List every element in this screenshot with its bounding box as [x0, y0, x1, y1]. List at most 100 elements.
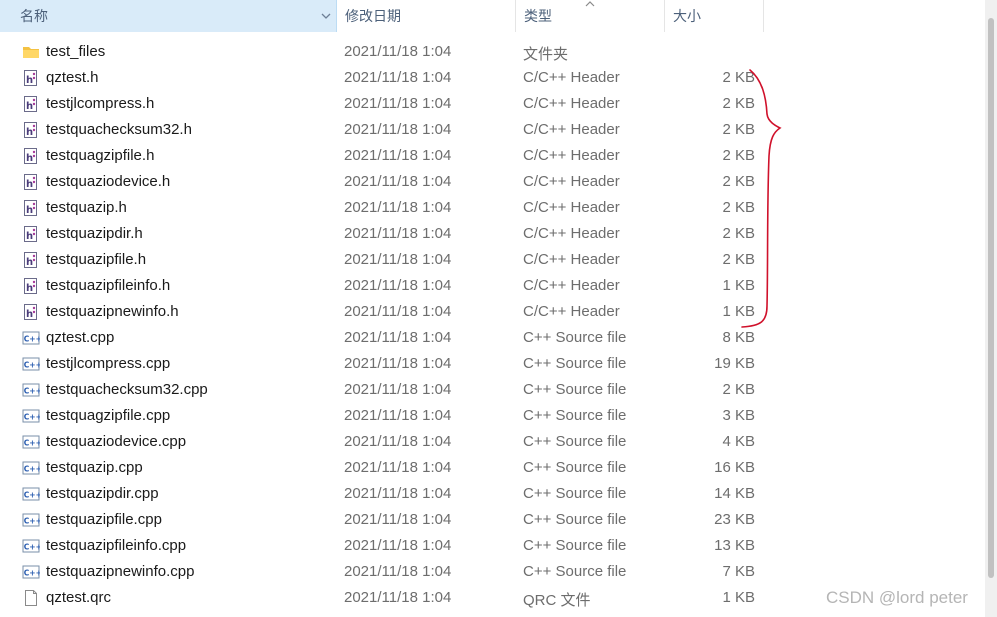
file-type: C/C++ Header — [523, 277, 620, 294]
file-type: C++ Source file — [523, 355, 627, 372]
header-file-icon: h — [22, 147, 40, 165]
header-file-icon: h — [22, 277, 40, 295]
file-row[interactable]: C++ testquazipnewinfo.cpp 2021/11/18 1:04 C… — [0, 559, 985, 585]
file-date: 2021/11/18 1:04 — [344, 95, 452, 112]
svg-text:C++: C++ — [24, 439, 40, 448]
file-date: 2021/11/18 1:04 — [344, 303, 452, 320]
file-type: C/C++ Header — [523, 95, 620, 112]
file-row[interactable]: test_files 2021/11/18 1:04 文件夹 — [0, 39, 985, 65]
svg-text:h: h — [26, 231, 33, 242]
file-type: C++ Source file — [523, 381, 627, 398]
file-size: 23 KB — [714, 511, 755, 528]
file-row[interactable]: h testquaziodevice.h 2021/11/18 1:04 C/C++ … — [0, 169, 985, 195]
file-date: 2021/11/18 1:04 — [344, 459, 452, 476]
svg-text:C++: C++ — [24, 491, 40, 500]
cpp-file-icon: C++ — [22, 433, 42, 451]
file-name: testquagzipfile.cpp — [46, 407, 171, 424]
file-row[interactable]: h testquazipfileinfo.h 2021/11/18 1:04 C/C+… — [0, 273, 985, 299]
file-name: testquachecksum32.cpp — [46, 381, 208, 398]
file-row[interactable]: h testquazip.h 2021/11/18 1:04 C/C++ Header… — [0, 195, 985, 221]
file-date: 2021/11/18 1:04 — [344, 407, 452, 424]
file-size: 7 KB — [722, 563, 755, 580]
file-date: 2021/11/18 1:04 — [344, 69, 452, 86]
cpp-file-icon: C++ — [22, 563, 42, 581]
file-name: testquazip.h — [46, 199, 127, 216]
header-file-icon: h — [22, 95, 40, 113]
file-row[interactable]: C++ testquazipdir.cpp 2021/11/18 1:04 C++ S… — [0, 481, 985, 507]
svg-text:h: h — [26, 127, 33, 138]
file-name: testquaziodevice.cpp — [46, 433, 187, 450]
svg-text:C++: C++ — [24, 465, 40, 474]
cpp-file-icon: C++ — [22, 329, 42, 347]
file-date: 2021/11/18 1:04 — [344, 43, 452, 60]
file-row[interactable]: C++ qztest.cpp 2021/11/18 1:04 C++ Source f… — [0, 325, 985, 351]
cpp-file-icon: C++ — [22, 381, 42, 399]
file-type: C/C++ Header — [523, 225, 620, 242]
file-type: C++ Source file — [523, 407, 627, 424]
file-name: testquazipfile.h — [46, 251, 147, 268]
file-row[interactable]: C++ testquazipfile.cpp 2021/11/18 1:04 C++ … — [0, 507, 985, 533]
header-file-icon: h — [22, 251, 40, 269]
chevron-down-icon[interactable] — [319, 9, 333, 23]
cpp-file-icon: C++ — [22, 511, 42, 529]
file-date: 2021/11/18 1:04 — [344, 381, 452, 398]
file-row[interactable]: h testquazipfile.h 2021/11/18 1:04 C/C++ He… — [0, 247, 985, 273]
file-row[interactable]: h testquagzipfile.h 2021/11/18 1:04 C/C++ H… — [0, 143, 985, 169]
file-row[interactable]: h testquachecksum32.h 2021/11/18 1:04 C/C++… — [0, 117, 985, 143]
file-date: 2021/11/18 1:04 — [344, 589, 452, 606]
file-name: testquazipnewinfo.h — [46, 303, 179, 320]
file-row[interactable]: C++ testquachecksum32.cpp 2021/11/18 1:04 C… — [0, 377, 985, 403]
column-header-size-label: 大小 — [673, 8, 701, 24]
file-date: 2021/11/18 1:04 — [344, 199, 452, 216]
handwritten-brace-annotation — [741, 69, 782, 328]
file-type: C/C++ Header — [523, 121, 620, 138]
file-size: 3 KB — [722, 407, 755, 424]
file-name: testjlcompress.h — [46, 95, 155, 112]
svg-text:h: h — [26, 179, 33, 190]
file-name: testjlcompress.cpp — [46, 355, 171, 372]
file-type: C/C++ Header — [523, 303, 620, 320]
file-date: 2021/11/18 1:04 — [344, 537, 452, 554]
file-date: 2021/11/18 1:04 — [344, 329, 452, 346]
file-row[interactable]: h testquazipdir.h 2021/11/18 1:04 C/C++ Hea… — [0, 221, 985, 247]
svg-text:C++: C++ — [24, 569, 40, 578]
file-size: 2 KB — [722, 381, 755, 398]
file-size: 16 KB — [714, 459, 755, 476]
file-date: 2021/11/18 1:04 — [344, 121, 452, 138]
file-name: qztest.qrc — [46, 589, 112, 606]
file-row[interactable]: C++ testquagzipfile.cpp 2021/11/18 1:04 C++… — [0, 403, 985, 429]
file-row[interactable]: C++ testquaziodevice.cpp 2021/11/18 1:04 C+… — [0, 429, 985, 455]
cpp-file-icon: C++ — [22, 355, 42, 373]
column-header-size[interactable]: 大小 — [665, 0, 764, 32]
svg-text:h: h — [26, 283, 33, 294]
scrollbar-thumb[interactable] — [988, 18, 994, 578]
cpp-file-icon: C++ — [22, 485, 42, 503]
column-header-name[interactable]: 名称 — [0, 0, 337, 32]
file-row[interactable]: h testquazipnewinfo.h 2021/11/18 1:04 C/C++… — [0, 299, 985, 325]
file-date: 2021/11/18 1:04 — [344, 563, 452, 580]
file-row[interactable]: C++ testjlcompress.cpp 2021/11/18 1:04 C++ … — [0, 351, 985, 377]
file-type: C/C++ Header — [523, 199, 620, 216]
file-name: testquazipnewinfo.cpp — [46, 563, 195, 580]
file-size: 14 KB — [714, 485, 755, 502]
file-type: C++ Source file — [523, 511, 627, 528]
file-type: QRC 文件 — [523, 592, 591, 609]
file-row[interactable]: h qztest.h 2021/11/18 1:04 C/C++ Header 2 KB — [0, 65, 985, 91]
sort-ascending-icon — [585, 1, 595, 7]
file-date: 2021/11/18 1:04 — [344, 277, 452, 294]
header-file-icon: h — [22, 303, 40, 321]
file-row[interactable]: h testjlcompress.h 2021/11/18 1:04 C/C++ He… — [0, 91, 985, 117]
generic-file-icon — [22, 589, 40, 607]
svg-text:h: h — [26, 75, 33, 86]
file-row[interactable]: C++ testquazip.cpp 2021/11/18 1:04 C++ Sour… — [0, 455, 985, 481]
column-header-date[interactable]: 修改日期 — [337, 0, 516, 32]
svg-text:h: h — [26, 153, 33, 164]
file-name: testquazipfile.cpp — [46, 511, 162, 528]
header-file-icon: h — [22, 199, 40, 217]
file-type: C/C++ Header — [523, 251, 620, 268]
svg-text:C++: C++ — [24, 413, 40, 422]
file-name: testquaziodevice.h — [46, 173, 171, 190]
svg-text:C++: C++ — [24, 387, 40, 396]
file-name: qztest.h — [46, 69, 99, 86]
file-row[interactable]: C++ testquazipfileinfo.cpp 2021/11/18 1:04… — [0, 533, 985, 559]
